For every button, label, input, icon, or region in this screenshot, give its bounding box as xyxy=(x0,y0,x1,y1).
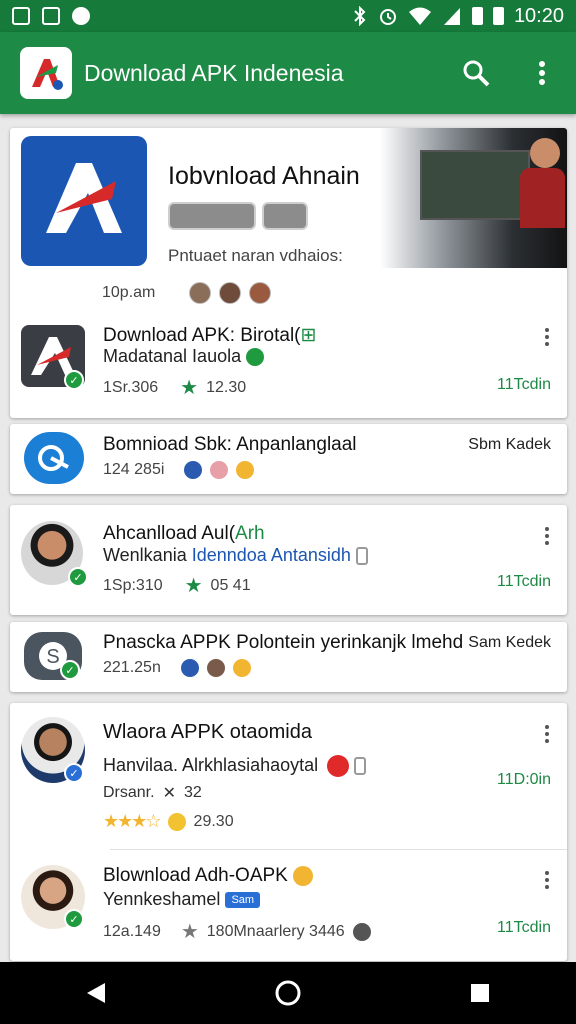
status-bar: 10:20 xyxy=(0,0,576,32)
star-icon: ★ xyxy=(180,377,199,399)
app-title: Ahcanlload Aul(Arh xyxy=(103,523,265,544)
avatar xyxy=(189,282,212,304)
featured-title: Iobvnload Ahnain xyxy=(168,162,360,190)
featured-card[interactable]: Iobvnload Ahnain Pntuaet naran vdhaios: … xyxy=(10,128,567,418)
chip-icon[interactable] xyxy=(262,202,308,230)
app-icon[interactable] xyxy=(24,432,84,484)
rating-stars: ★★★☆ xyxy=(103,811,162,831)
star-icon: ★ xyxy=(184,575,203,597)
close-icon: ✕ xyxy=(162,785,176,802)
lock-icon xyxy=(354,757,367,776)
app-price[interactable]: 11Tcdin xyxy=(497,573,551,591)
verified-badge: ✓ xyxy=(64,763,84,783)
verified-badge: ✓ xyxy=(68,567,88,587)
app-subtitle: Hanvilaa. Alrkhlasiahaoytal xyxy=(103,755,367,778)
signal-icon xyxy=(443,8,460,25)
navigation-bar xyxy=(0,962,576,1024)
badge-icon xyxy=(180,659,199,677)
more-options-icon[interactable] xyxy=(541,328,553,346)
app-price[interactable]: 11Tcdin xyxy=(497,376,551,394)
featured-subtitle: Pntuaet naran vdhaios: xyxy=(168,246,343,265)
lock-icon xyxy=(355,547,368,566)
app-title: Download APK Indenesia xyxy=(84,59,344,86)
app-price[interactable]: 11Tcdin xyxy=(497,919,551,937)
app-title: Blownload Adh-OAPK xyxy=(103,865,314,887)
tag-badge: Sam xyxy=(225,892,261,909)
app-subtitle: Madatanal Iauola xyxy=(103,346,265,367)
star-icon: ★ xyxy=(180,921,199,943)
badge-icon xyxy=(184,461,203,479)
divider xyxy=(110,849,567,850)
verified-badge: ✓ xyxy=(60,660,80,680)
home-icon[interactable] xyxy=(268,973,308,1013)
more-options-icon[interactable] xyxy=(541,527,553,545)
status-time: 10:20 xyxy=(513,4,564,27)
app-card[interactable]: Bomnioad Sbk: Anpanlanglaal 124 285i Sbm… xyxy=(10,424,567,494)
recents-icon[interactable] xyxy=(460,973,500,1013)
featured-chips xyxy=(168,202,308,230)
app-title: Wlaora APPK otaomida xyxy=(103,721,312,743)
avatar xyxy=(206,659,225,677)
app-meta: Drsanr. ✕ 32 xyxy=(103,784,202,802)
shield-icon xyxy=(72,7,90,25)
emoji-icon xyxy=(236,461,255,479)
avatar xyxy=(249,282,272,304)
emoji-icon xyxy=(232,659,251,677)
emoji-icon xyxy=(327,755,350,778)
photo-icon xyxy=(42,7,60,25)
app-meta: 124 285i xyxy=(103,461,255,479)
app-subtitle: Wenlkania Idenndoa Antansidh xyxy=(103,545,368,566)
check-icon xyxy=(246,348,265,367)
app-price[interactable]: 11D:0in xyxy=(497,771,551,789)
app-meta: 221.25n xyxy=(103,659,251,677)
app-subtitle: Yennkeshamel Sam xyxy=(103,889,261,910)
svg-text:S: S xyxy=(46,646,59,668)
more-options-icon[interactable] xyxy=(541,871,553,889)
app-price[interactable]: Sbm Kadek xyxy=(468,436,551,454)
app-title: Pnascka APPK Polontein yerinkanjk lmehd xyxy=(103,632,464,653)
search-icon[interactable] xyxy=(458,55,494,91)
battery-icon xyxy=(471,7,483,25)
featured-meta: 10p.am xyxy=(102,282,272,304)
verified-badge: ✓ xyxy=(64,370,84,390)
more-vert-icon[interactable] xyxy=(524,55,560,91)
android-icon: ⊞ xyxy=(300,325,317,346)
wifi-icon xyxy=(408,7,431,25)
app-meta: 1Sr.306 ★ 12.30 xyxy=(103,377,247,399)
app-meta: 1Sp:310 ★ 05 41 xyxy=(103,575,251,597)
app-card[interactable]: ✓ Ahcanlload Aul(Arh Wenlkania Idenndoa … xyxy=(10,505,567,615)
image-icon xyxy=(12,7,30,25)
emoji-icon xyxy=(210,461,229,479)
more-options-icon[interactable] xyxy=(541,725,553,743)
app-card[interactable]: S ✓ Pnascka APPK Polontein yerinkanjk lm… xyxy=(10,622,567,692)
emoji-icon xyxy=(167,812,186,831)
app-logo xyxy=(20,47,72,99)
rating-row: ★★★☆ 29.30 xyxy=(103,811,234,831)
app-title: Download APK: Birotal(⊞ xyxy=(103,325,317,346)
verified-badge: ✓ xyxy=(64,909,84,929)
alarm-icon xyxy=(379,9,396,25)
chip-icon[interactable] xyxy=(168,202,256,230)
battery-icon xyxy=(492,7,504,25)
app-card[interactable]: ✓ Wlaora APPK otaomida Hanvilaa. Alrkhla… xyxy=(10,703,567,961)
emoji-icon xyxy=(293,865,314,886)
app-title: Bomnioad Sbk: Anpanlanglaal xyxy=(103,434,357,455)
featured-app-icon[interactable] xyxy=(21,136,147,266)
app-meta: 12a.149 ★ 180Mnaarlery 3446 xyxy=(103,919,371,944)
bluetooth-icon xyxy=(354,6,366,26)
avatar xyxy=(219,282,242,304)
app-bar: Download APK Indenesia xyxy=(0,32,576,114)
check-icon xyxy=(352,922,371,941)
featured-banner-image xyxy=(380,128,567,268)
app-price[interactable]: Sam Kedek xyxy=(468,634,551,652)
featured-meta-text: 10p.am xyxy=(102,284,156,301)
back-icon[interactable] xyxy=(76,973,116,1013)
